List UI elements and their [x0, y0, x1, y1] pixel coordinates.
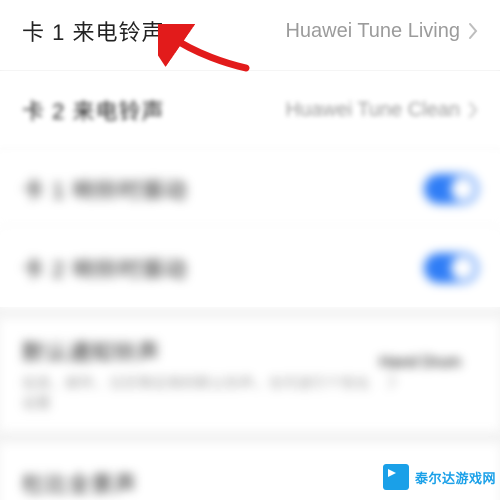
value-text: Huawei Tune Clean — [285, 99, 460, 122]
row-sim1-vibrate[interactable]: 卡 1 响铃时振动 — [0, 150, 500, 229]
section-divider — [0, 307, 500, 319]
value-sim1-ringtone: Huawei Tune Living — [285, 20, 478, 43]
chevron-right-icon — [387, 372, 397, 390]
chevron-right-icon — [468, 22, 478, 40]
value-sim2-ringtone: Huawei Tune Clean — [285, 99, 478, 122]
toggle-sim1-vibrate[interactable] — [424, 174, 478, 204]
label-sim1-vibrate: 卡 1 响铃时振动 — [22, 173, 187, 205]
value-text: Hand Drum — [379, 354, 461, 371]
label-dolby: 杜比全景声 — [22, 467, 137, 499]
notification-subtitle: 信息、邮件、日历等应用的默认铃声，也可进行个性化设置 — [22, 373, 379, 413]
row-dolby[interactable]: 杜比全景声 — [0, 444, 500, 500]
label-sim1-ringtone: 卡 1 来电铃声 — [22, 15, 164, 47]
row-default-notification[interactable]: 默认通知铃声 信息、邮件、日历等应用的默认铃声，也可进行个性化设置 Hand D… — [0, 319, 500, 432]
chevron-right-icon — [468, 101, 478, 119]
value-text: Huawei Tune Living — [285, 20, 460, 43]
row-sim1-ringtone[interactable]: 卡 1 来电铃声 Huawei Tune Living — [0, 0, 500, 71]
row-sim2-vibrate[interactable]: 卡 2 响铃时振动 — [0, 229, 500, 307]
label-sim2-vibrate: 卡 2 响铃时振动 — [22, 252, 187, 284]
row-sim2-ringtone[interactable]: 卡 2 来电铃声 Huawei Tune Clean — [0, 71, 500, 150]
label-sim2-ringtone: 卡 2 来电铃声 — [22, 94, 164, 126]
value-default-notification: Hand Drum — [379, 354, 478, 395]
notification-title: 默认通知铃声 — [22, 335, 379, 367]
section-divider — [0, 432, 500, 444]
toggle-sim2-vibrate[interactable] — [424, 253, 478, 283]
